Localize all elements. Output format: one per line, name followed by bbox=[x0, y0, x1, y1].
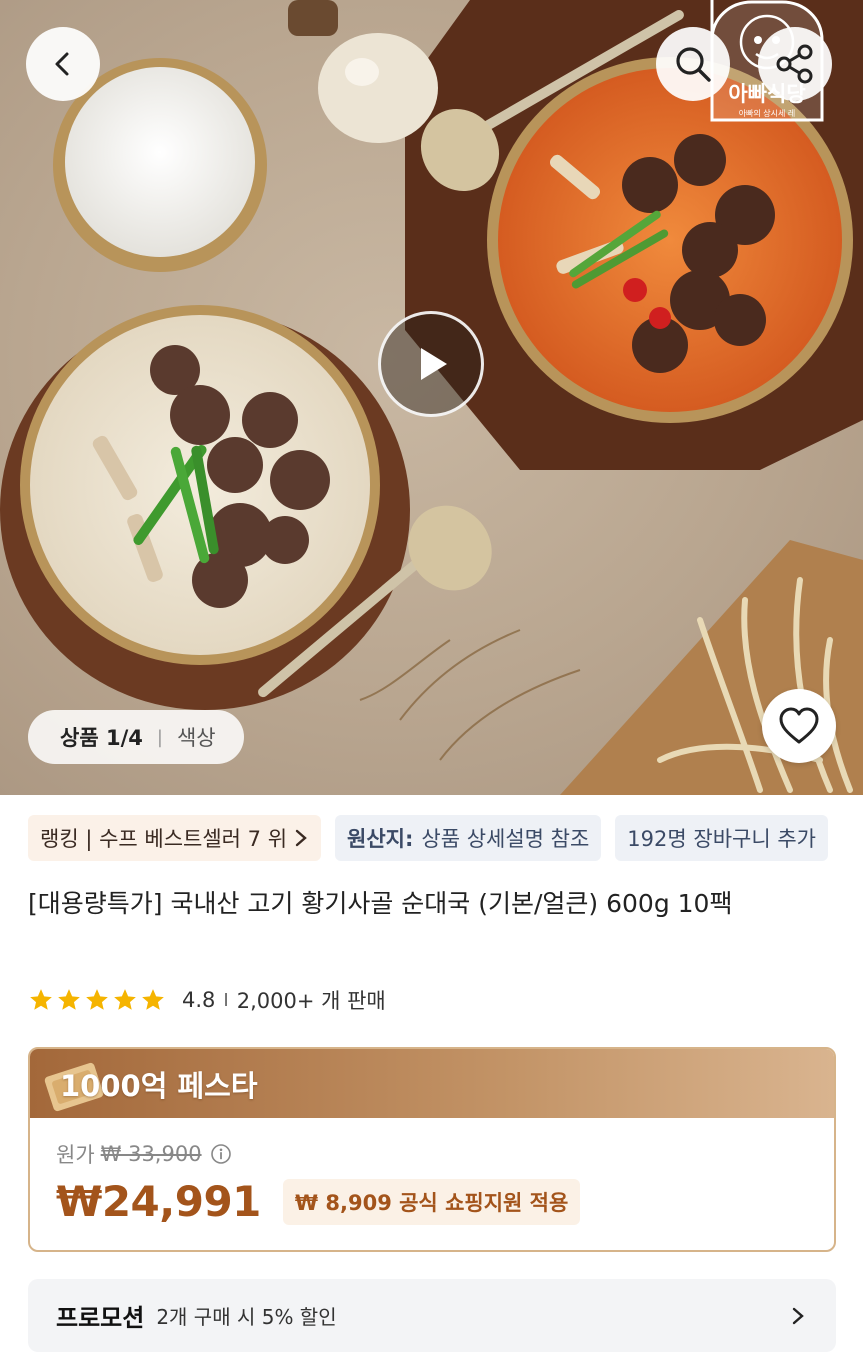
like-button[interactable] bbox=[762, 689, 836, 763]
image-indicator[interactable]: 상품 1/4 | 색상 bbox=[28, 710, 244, 764]
sales-count: 2,000+ 개 판매 bbox=[236, 989, 386, 1013]
search-icon bbox=[676, 47, 711, 82]
back-button[interactable] bbox=[26, 27, 100, 101]
rating-separator: I bbox=[223, 989, 229, 1011]
play-video-button[interactable] bbox=[378, 311, 484, 417]
cart-count-text: 192명 장바구니 추가 bbox=[627, 827, 816, 851]
heart-icon bbox=[779, 707, 819, 744]
cart-count-chip: 192명 장바구니 추가 bbox=[615, 815, 828, 861]
original-price: ₩ 33,900 bbox=[100, 1142, 202, 1166]
chevron-left-icon bbox=[55, 52, 69, 76]
promotion-description: 2개 구매 시 5% 할인 bbox=[156, 1305, 337, 1329]
rating-value: 4.8 bbox=[182, 988, 216, 1012]
promotion-label: 프로모션 bbox=[56, 1304, 145, 1332]
festa-banner: 1000억 페스타 bbox=[30, 1049, 834, 1118]
ranking-text: 랭킹 | 수프 베스트셀러 7 위 bbox=[40, 827, 288, 851]
rating-row[interactable]: 4.8 I 2,000+ 개 판매 bbox=[28, 982, 386, 1018]
info-chips: 랭킹 | 수프 베스트셀러 7 위 원산지: 상품 상세설명 참조 192명 장… bbox=[28, 815, 863, 861]
indicator-separator: | bbox=[156, 726, 163, 748]
chevron-right-icon bbox=[792, 1307, 804, 1324]
star-icon bbox=[114, 989, 136, 1010]
chevron-right-icon bbox=[295, 829, 307, 847]
promotion-bar[interactable]: 프로모션 2개 구매 시 5% 할인 bbox=[28, 1279, 836, 1352]
origin-value: 상품 상세설명 참조 bbox=[421, 827, 590, 851]
product-image-carousel[interactable]: 아빠식당 아빠의 상시세 레 상품 1/4 | 색상 bbox=[0, 0, 863, 795]
sale-price-row: ₩24,991 ₩ 8,909 공식 쇼핑지원 적용 bbox=[56, 1177, 581, 1226]
image-counter: 상품 1/4 bbox=[60, 726, 143, 750]
search-button[interactable] bbox=[656, 27, 730, 101]
original-price-row: 원가 ₩ 33,900 bbox=[56, 1139, 232, 1169]
svg-text:아빠의 상시세 레: 아빠의 상시세 레 bbox=[739, 108, 796, 118]
sale-price: ₩24,991 bbox=[56, 1177, 261, 1226]
star-icon bbox=[58, 989, 80, 1010]
shopping-support-badge: ₩ 8,909 공식 쇼핑지원 적용 bbox=[282, 1178, 581, 1225]
share-button[interactable] bbox=[758, 27, 832, 101]
festa-label: 1000억 페스타 bbox=[60, 1068, 258, 1103]
star-rating bbox=[28, 987, 168, 1013]
star-icon bbox=[86, 989, 108, 1010]
price-box: 1000억 페스타 원가 ₩ 33,900 ₩24,991 ₩ 8,909 공식… bbox=[28, 1047, 836, 1252]
color-tab[interactable]: 색상 bbox=[177, 722, 216, 752]
info-icon[interactable] bbox=[210, 1143, 232, 1165]
origin-chip: 원산지: 상품 상세설명 참조 bbox=[335, 815, 602, 861]
star-icon bbox=[142, 989, 164, 1010]
origin-label: 원산지: bbox=[347, 827, 414, 851]
share-icon bbox=[776, 44, 813, 84]
product-title: [대용량특가] 국내산 고기 황기사골 순대국 (기본/얼큰) 600g 10팩 bbox=[28, 889, 733, 918]
original-price-label: 원가 bbox=[56, 1143, 95, 1167]
star-icon bbox=[30, 989, 52, 1010]
ranking-chip[interactable]: 랭킹 | 수프 베스트셀러 7 위 bbox=[28, 815, 322, 861]
play-icon bbox=[421, 348, 447, 380]
